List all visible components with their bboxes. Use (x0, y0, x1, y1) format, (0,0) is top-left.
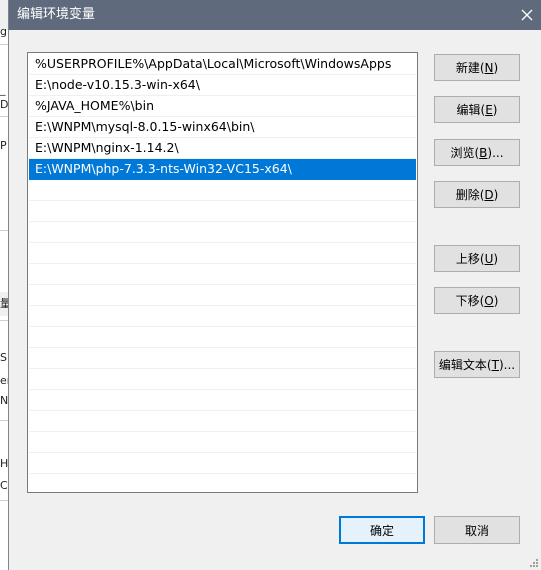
resize-grip-icon[interactable] (527, 556, 539, 568)
background-text: _ (0, 84, 6, 96)
background-text: P (0, 140, 7, 152)
move-up-button-label: 上移( (455, 252, 485, 266)
path-list-empty-row[interactable] (29, 180, 416, 201)
dialog-title: 编辑环境变量 (17, 7, 96, 22)
path-list-empty-row[interactable] (29, 285, 416, 306)
new-button[interactable]: 新建(N) (434, 54, 520, 81)
edit-environment-variable-dialog: 编辑环境变量 %USERPROFILE%\AppData\Local\Micro… (8, 0, 541, 570)
background-text: S (0, 352, 7, 364)
ok-button-label: 确定 (369, 523, 394, 538)
browse-button-accesskey: B (479, 145, 488, 160)
background-text: 量 (0, 292, 8, 316)
path-list-empty-row[interactable] (29, 390, 416, 411)
edit-button-accesskey: E (485, 102, 493, 117)
move-up-button-suffix: ) (493, 251, 499, 266)
background-divider (0, 500, 8, 501)
new-button-label: 新建( (455, 61, 485, 75)
edit-text-button[interactable]: 编辑文本(T)... (434, 351, 520, 378)
path-list-empty-row[interactable] (29, 411, 416, 432)
path-list[interactable]: %USERPROFILE%\AppData\Local\Microsoft\Wi… (27, 52, 418, 493)
path-list-item[interactable]: E:\WNPM\nginx-1.14.2\ (29, 138, 416, 159)
close-button[interactable] (512, 0, 541, 30)
background-divider (0, 44, 8, 45)
background-text: NE (0, 395, 8, 407)
path-list-item[interactable]: E:\WNPM\mysql-8.0.15-winx64\bin\ (29, 117, 416, 138)
edit-button-suffix: ) (492, 102, 498, 117)
move-down-button-suffix: ) (493, 293, 499, 308)
path-list-item[interactable]: %JAVA_HOME%\bin (29, 96, 416, 117)
browse-button-suffix: )... (487, 145, 504, 160)
path-list-empty-row[interactable] (29, 306, 416, 327)
browse-button[interactable]: 浏览(B)... (434, 139, 520, 166)
background-divider (0, 116, 8, 117)
screen: g _ D P 量 S er NE HE C: 编辑环境变量 %USERPROF… (0, 0, 541, 570)
delete-button[interactable]: 删除(D) (434, 181, 520, 208)
background-text: D (0, 99, 8, 111)
background-divider (0, 230, 8, 231)
delete-button-suffix: ) (493, 187, 499, 202)
delete-button-label: 删除( (455, 188, 485, 202)
edit-text-button-label: 编辑文本( (438, 358, 492, 372)
close-icon (521, 9, 533, 21)
path-list-empty-row[interactable] (29, 201, 416, 222)
path-list-item[interactable]: %USERPROFILE%\AppData\Local\Microsoft\Wi… (29, 54, 416, 75)
move-up-button[interactable]: 上移(U) (434, 245, 520, 272)
path-list-empty-row[interactable] (29, 474, 416, 492)
edit-text-button-accesskey: T (491, 357, 499, 372)
move-up-button-accesskey: U (484, 251, 494, 266)
background-text: g (0, 26, 7, 38)
path-list-item[interactable]: E:\WNPM\php-7.3.3-nts-Win32-VC15-x64\ (29, 159, 416, 180)
path-list-empty-row[interactable] (29, 222, 416, 243)
move-down-button-label: 下移( (455, 294, 485, 308)
background-text: C: (0, 480, 8, 492)
background-divider (0, 320, 8, 321)
path-list-item[interactable]: E:\node-v10.15.3-win-x64\ (29, 75, 416, 96)
path-list-empty-row[interactable] (29, 243, 416, 264)
ok-button[interactable]: 确定 (339, 516, 425, 544)
cancel-button[interactable]: 取消 (434, 516, 520, 544)
move-down-button-accesskey: O (484, 293, 494, 308)
path-list-empty-row[interactable] (29, 264, 416, 285)
path-list-empty-row[interactable] (29, 453, 416, 474)
move-down-button[interactable]: 下移(O) (434, 287, 520, 314)
path-list-empty-row[interactable] (29, 432, 416, 453)
background-divider (0, 420, 8, 421)
edit-button[interactable]: 编辑(E) (434, 96, 520, 123)
background-text: er (0, 375, 8, 387)
path-list-empty-row[interactable] (29, 369, 416, 390)
edit-button-label: 编辑( (456, 103, 486, 117)
delete-button-accesskey: D (484, 187, 494, 202)
edit-text-button-suffix: )... (498, 357, 516, 372)
background-text: HE (0, 458, 8, 470)
browse-button-label: 浏览( (450, 146, 480, 160)
path-list-empty-row[interactable] (29, 327, 416, 348)
new-button-suffix: ) (493, 60, 499, 75)
path-list-empty-row[interactable] (29, 348, 416, 369)
cancel-button-label: 取消 (464, 523, 489, 538)
new-button-accesskey: N (484, 60, 494, 75)
title-bar[interactable]: 编辑环境变量 (9, 0, 541, 30)
